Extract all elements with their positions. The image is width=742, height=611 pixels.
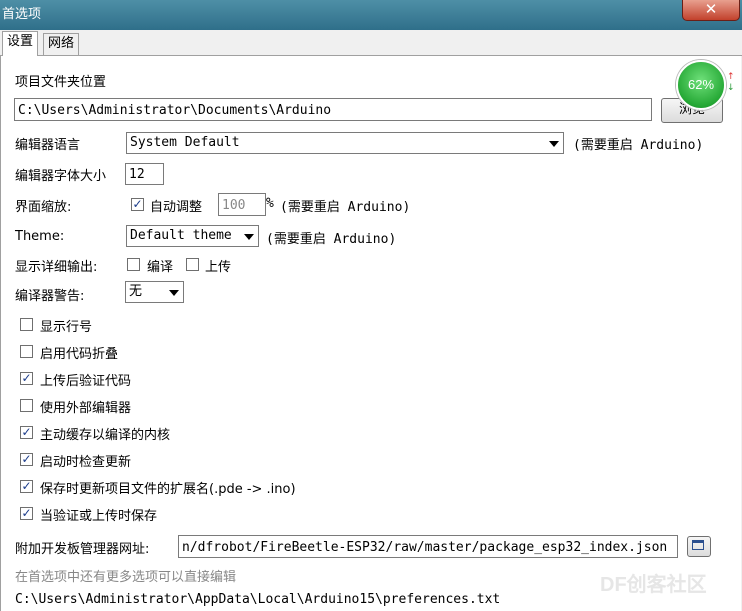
theme-note: (需要重启 Arduino): [266, 232, 397, 247]
option-label: 启用代码折叠: [40, 347, 119, 362]
editor-language-note: (需要重启 Arduino): [573, 138, 704, 153]
option-label: 使用外部编辑器: [40, 401, 132, 416]
option-label: 保存时更新项目文件的扩展名(.pde -> .ino): [40, 482, 296, 497]
option-label: 主动缓存以编译的内核: [40, 428, 171, 443]
tab-bar: 设置 网络: [0, 31, 742, 56]
close-button[interactable]: ✕: [682, 0, 740, 21]
check-icon: ✓: [21, 452, 32, 466]
more-prefs-note: 在首选项中还有更多选项可以直接编辑: [15, 570, 237, 585]
auto-scale-checkbox[interactable]: ✓: [131, 198, 144, 211]
window-title: 首选项: [2, 7, 42, 22]
editor-language-value: System Default: [130, 135, 240, 150]
edit-urls-button[interactable]: [687, 536, 711, 557]
option-checkbox[interactable]: [20, 399, 33, 412]
option-checkbox[interactable]: ✓: [20, 480, 33, 493]
verbose-compile-checkbox[interactable]: [127, 258, 140, 271]
font-size-label: 编辑器字体大小: [15, 169, 107, 184]
close-icon: ✕: [704, 0, 718, 18]
compiler-warnings-value: 无: [129, 284, 143, 299]
theme-value: Default theme: [130, 228, 232, 243]
font-size-input[interactable]: 12: [125, 163, 164, 185]
prefs-path[interactable]: C:\Users\Administrator\AppData\Local\Ard…: [15, 592, 500, 607]
scale-note: (需要重启 Arduino): [280, 200, 411, 215]
chevron-down-icon: [169, 290, 179, 296]
check-icon: ✓: [21, 425, 32, 439]
option-checkbox[interactable]: ✓: [20, 507, 33, 520]
arrow-down-icon: ↓: [727, 83, 735, 93]
scale-value: 100: [222, 198, 246, 213]
gauge-percent: 62%: [687, 77, 715, 92]
editor-language-label: 编辑器语言: [15, 138, 81, 153]
check-icon: ✓: [21, 506, 32, 520]
option-label: 显示行号: [40, 320, 93, 335]
chevron-down-icon: [244, 234, 254, 240]
board-urls-label: 附加开发板管理器网址:: [15, 542, 150, 557]
interface-scale-label: 界面缩放:: [15, 200, 72, 215]
window-list-icon: [692, 540, 704, 550]
option-label: 当验证或上传时保存: [40, 509, 158, 524]
option-label: 上传后验证代码: [40, 374, 132, 389]
chevron-down-icon: [549, 141, 559, 147]
auto-scale-label: 自动调整: [150, 200, 203, 215]
scale-unit: %: [266, 196, 274, 211]
network-arrows: ↑ ↓: [727, 72, 735, 94]
verbose-label: 显示详细输出:: [15, 260, 98, 275]
editor-language-select[interactable]: System Default: [126, 132, 564, 154]
option-checkbox[interactable]: ✓: [20, 453, 33, 466]
sketchbook-label: 项目文件夹位置: [15, 75, 107, 90]
option-checkbox[interactable]: ✓: [20, 426, 33, 439]
sketchbook-path-input[interactable]: C:\Users\Administrator\Documents\Arduino: [14, 98, 652, 121]
scale-spinner: 100: [218, 193, 266, 216]
option-label: 启动时检查更新: [40, 455, 132, 470]
check-icon: ✓: [21, 371, 32, 385]
verbose-compile-label: 编译: [147, 260, 174, 275]
compiler-warnings-label: 编译器警告:: [15, 289, 85, 304]
watermark-logo: DF创客社区: [600, 574, 707, 596]
board-urls-input[interactable]: n/dfrobot/FireBeetle-ESP32/raw/master/pa…: [178, 535, 678, 558]
check-icon: ✓: [21, 479, 32, 493]
arrow-up-icon: ↑: [727, 72, 735, 82]
title-bar: 首选项 ✕: [0, 0, 742, 30]
theme-select[interactable]: Default theme: [126, 225, 259, 247]
tab-network[interactable]: 网络: [43, 33, 80, 55]
option-checkbox[interactable]: ✓: [20, 372, 33, 385]
compiler-warnings-select[interactable]: 无: [125, 281, 184, 303]
theme-label: Theme:: [15, 229, 65, 244]
speed-gauge: 62%: [676, 60, 726, 110]
tab-settings[interactable]: 设置: [2, 31, 39, 56]
option-checkbox[interactable]: [20, 345, 33, 358]
option-checkbox[interactable]: [20, 318, 33, 331]
check-icon: ✓: [132, 197, 143, 211]
verbose-upload-checkbox[interactable]: [186, 258, 199, 271]
verbose-upload-label: 上传: [205, 260, 232, 275]
